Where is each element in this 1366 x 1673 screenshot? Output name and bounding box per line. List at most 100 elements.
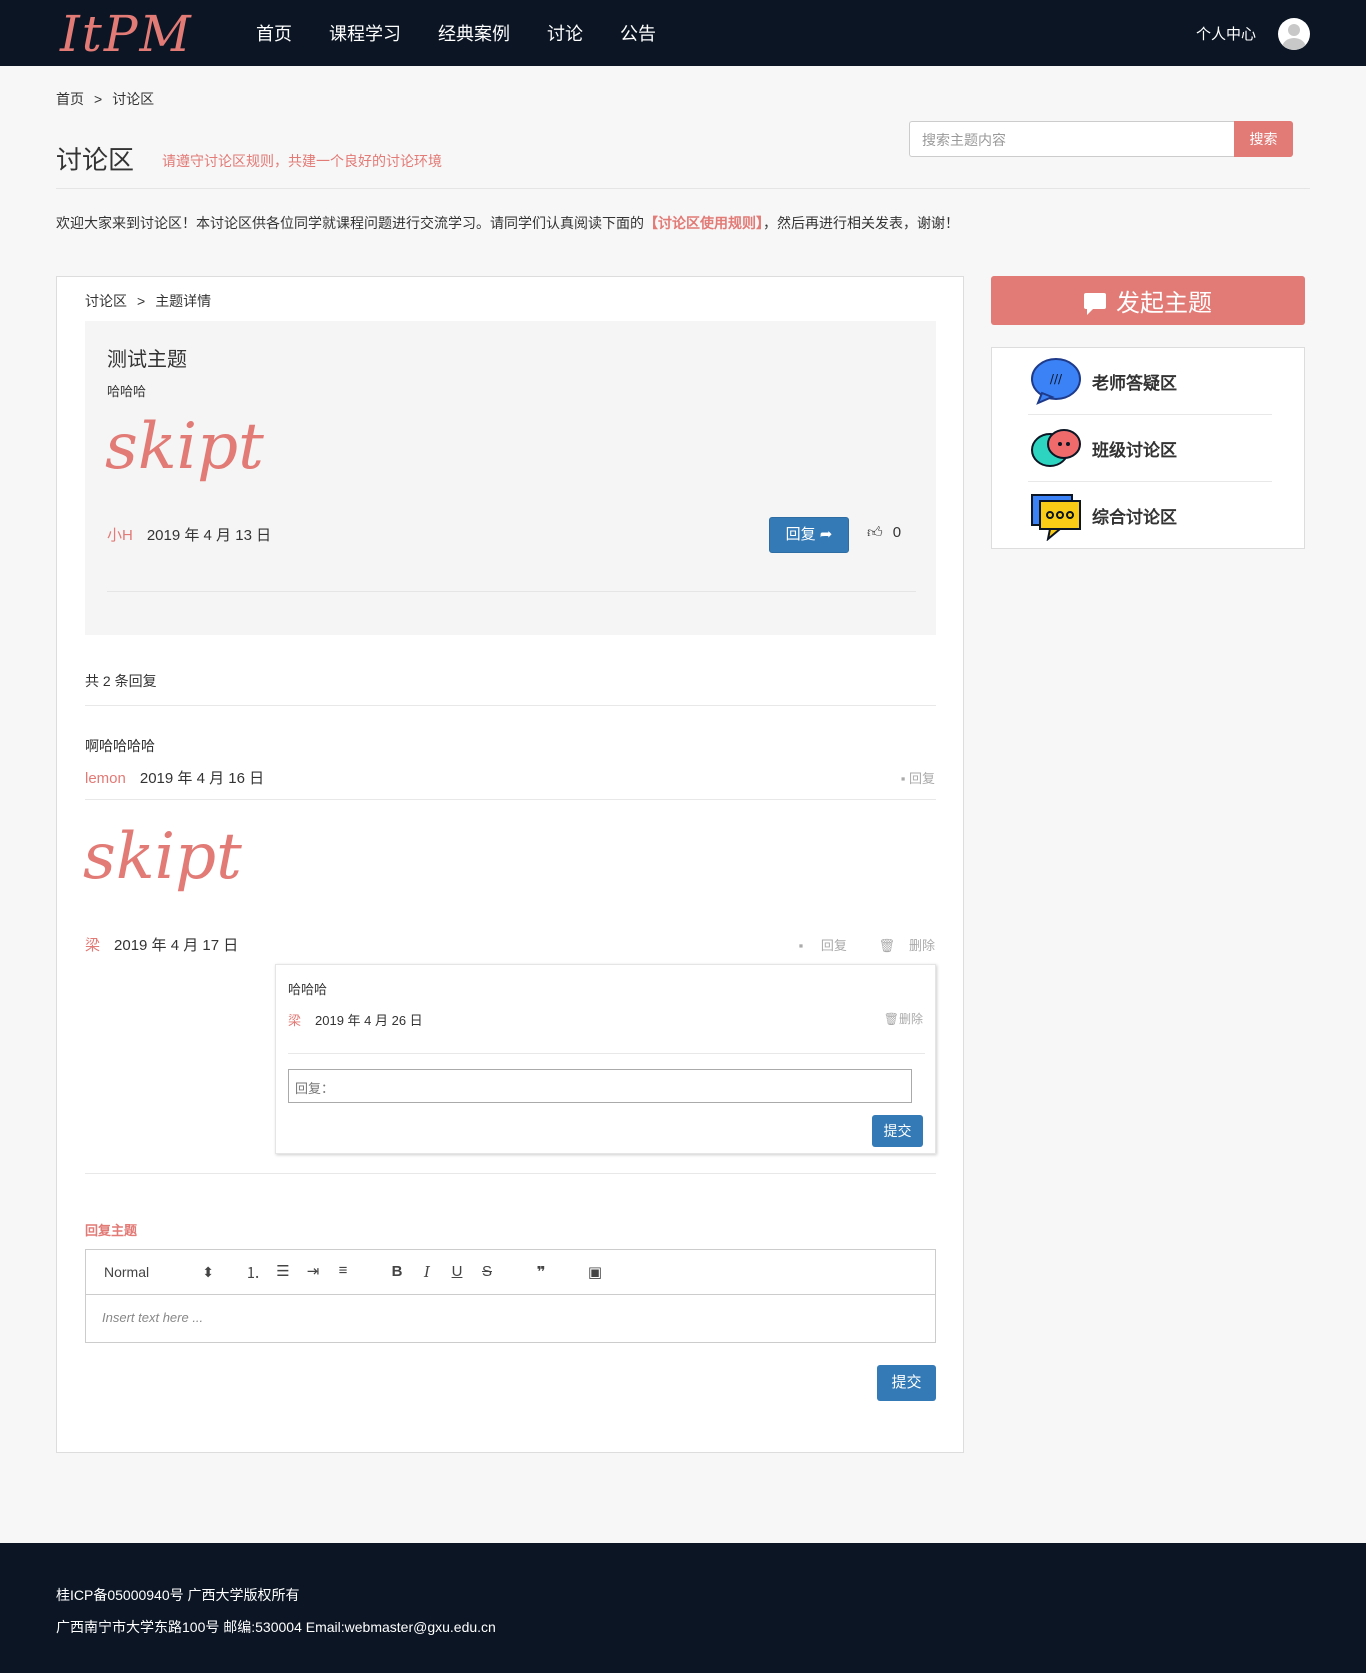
submit-reply-button[interactable]: 提交 [877,1365,936,1401]
welcome-text-end: ，然后再进行相关发表，谢谢！ [763,215,959,231]
topic-reply-label: 回复 [785,526,816,543]
editor-text-area[interactable]: Insert text here ... [102,1310,203,1325]
topic-breadcrumb-parent[interactable]: 讨论区 [85,293,127,309]
topic-author[interactable]: 小H [107,527,133,544]
topic-breadcrumb: 讨论区 > 主题详情 [85,291,211,311]
breadcrumb-home[interactable]: 首页 [56,91,84,107]
sub-reply-text: 哈哈哈 [288,982,328,997]
site-logo[interactable]: ItPM [60,4,193,64]
sub-reply-input[interactable]: 回复： [288,1069,912,1103]
search-input[interactable]: 搜索主题内容 [909,121,1234,157]
block-tools: ❞ [526,1263,556,1281]
format-select-value: Normal [104,1263,150,1280]
comment-icon: ▪ [900,771,906,786]
rich-text-editor: Normal ⬍ ⒈ ☰ ⇥ ≡ B I U S ❞ ▣ Insert text [85,1249,936,1343]
topic-detail-panel: 讨论区 > 主题详情 测试主题 哈哈哈 skipt 小H 2019 年 4 月 13 … [56,276,964,1453]
italic-icon[interactable]: I [412,1263,442,1281]
topic-body: 哈哈哈 [107,384,147,399]
like-count: 0 [892,524,902,541]
user-center-link[interactable]: 个人中心 [1196,23,1256,44]
nav-cases[interactable]: 经典案例 [438,20,510,46]
sub-reply-submit-button[interactable]: 提交 [872,1115,923,1147]
rules-link[interactable]: 【讨论区使用规则】 [644,215,763,231]
reply-author[interactable]: lemon [85,770,126,787]
blockquote-icon[interactable]: ❞ [526,1263,556,1281]
reply-button-label: 回复 [908,771,935,786]
ordered-list-icon[interactable]: ⒈ [238,1262,268,1283]
avatar-body [1282,38,1306,50]
divider [288,1053,925,1054]
share-arrow-icon: ➦ [819,526,833,543]
topic-reply-button[interactable]: 回复 ➦ [769,517,849,553]
forum-item-general-discussion[interactable]: 综合讨论区 [1028,482,1272,548]
svg-text:///: /// [1050,372,1063,386]
forum-list: /// 老师答疑区 班级讨论区 综合讨论区 [991,347,1305,549]
reply-button-label: 回复 [820,938,847,953]
format-select[interactable]: Normal ⬍ [104,1264,214,1281]
text-style-tools: B I U S [382,1263,502,1281]
sub-reply-delete-button[interactable]: 🗑︎删除 [884,1010,923,1027]
footer-copyright: 桂ICP备05000940号 广西大学版权所有 [56,1587,300,1603]
chat-box-yellow-icon [1028,489,1084,542]
editor-toolbar: Normal ⬍ ⒈ ☰ ⇥ ≡ B I U S ❞ ▣ [86,1250,935,1295]
like-control[interactable]: 👍︎ 0 [867,524,901,542]
divider [56,188,1310,189]
avatar-head [1288,24,1300,36]
nav-announcements[interactable]: 公告 [620,20,656,46]
nav-home[interactable]: 首页 [256,20,292,46]
forum-label: 老师答疑区 [1092,373,1177,393]
topic-breadcrumb-separator: > [137,293,146,309]
underline-icon[interactable]: U [442,1263,472,1281]
reply-actions: ▪ 回复 🗑︎ 删除 [771,935,935,954]
main-nav: 首页 课程学习 经典案例 讨论 公告 [256,0,693,66]
image-icon[interactable]: ▣ [580,1263,610,1281]
welcome-text: 欢迎大家来到讨论区！本讨论区供各位同学就课程问题进行交流学习。请同学们认真阅读下… [56,213,959,233]
delete-button-label: 删除 [908,938,935,953]
trash-icon: 🗑︎ [883,1012,899,1026]
search-button[interactable]: 搜索 [1234,121,1293,157]
delete-button[interactable]: 🗑︎ 删除 [864,938,935,953]
welcome-text-intro: 欢迎大家来到讨论区！本讨论区供各位同学就课程问题进行交流学习。请同学们认真阅读下… [56,215,644,231]
footer: 桂ICP备05000940号 广西大学版权所有 广西南宁市大学东路100号 邮编… [0,1543,1366,1673]
reply-author[interactable]: 梁 [85,937,100,954]
divider [85,1173,936,1174]
chat-bubbles-pair-icon [1028,422,1084,474]
footer-address: 广西南宁市大学东路100号 邮编:530004 Email:webmaster@… [56,1619,496,1635]
delete-button-label: 删除 [898,1012,923,1026]
new-topic-label: 发起主题 [1116,290,1212,317]
reply-meta: lemon 2019 年 4 月 16 日 [85,767,264,788]
nav-discussion[interactable]: 讨论 [547,20,583,46]
bullet-list-icon[interactable]: ☰ [268,1262,298,1283]
strikethrough-icon[interactable]: S [472,1263,502,1281]
divider [85,799,936,800]
thumbs-up-icon[interactable]: 👍︎ [867,524,883,541]
avatar[interactable] [1278,18,1310,50]
new-topic-button[interactable]: 发起主题 [991,276,1305,325]
topic-date: 2019 年 4 月 13 日 [146,527,272,544]
forum-item-class-discussion[interactable]: 班级讨论区 [1028,415,1272,481]
nav-courses[interactable]: 课程学习 [329,20,401,46]
topic-meta: 小H 2019 年 4 月 13 日 [107,524,271,545]
page-subtitle: 请遵守讨论区规则，共建一个良好的讨论环境 [162,153,442,169]
topic-title: 测试主题 [107,349,187,371]
indent-icon[interactable]: ⇥ [298,1262,328,1283]
reply-button[interactable]: ▪ 回复 [785,938,847,953]
sub-reply-meta: 梁 2019 年 4 月 26 日 [288,1010,423,1029]
bold-icon[interactable]: B [382,1263,412,1281]
reply-text: 啊哈哈哈哈 [85,738,155,754]
forum-label: 班级讨论区 [1092,440,1177,460]
forum-item-teacher-qa[interactable]: /// 老师答疑区 [1028,348,1272,414]
reply-meta: 梁 2019 年 4 月 17 日 [85,934,238,955]
breadcrumb: 首页 > 讨论区 [56,89,154,109]
sub-reply-author[interactable]: 梁 [288,1013,301,1028]
topic-card: 测试主题 哈哈哈 skipt 小H 2019 年 4 月 13 日 回复 ➦ 👍︎… [85,321,936,635]
divider [85,705,936,706]
reply-date: 2019 年 4 月 16 日 [139,770,265,787]
reply-button[interactable]: ▪ 回复 [901,768,935,787]
page-title: 讨论区 [56,145,135,175]
reply-topic-heading: 回复主题 [85,1223,138,1238]
align-left-icon[interactable]: ≡ [328,1262,358,1283]
sort-arrows-icon: ⬍ [202,1263,214,1280]
sub-reply-box: 哈哈哈 梁 2019 年 4 月 26 日 🗑︎删除 回复： 提交 [275,964,936,1154]
comment-icon: ▪ [798,938,804,953]
